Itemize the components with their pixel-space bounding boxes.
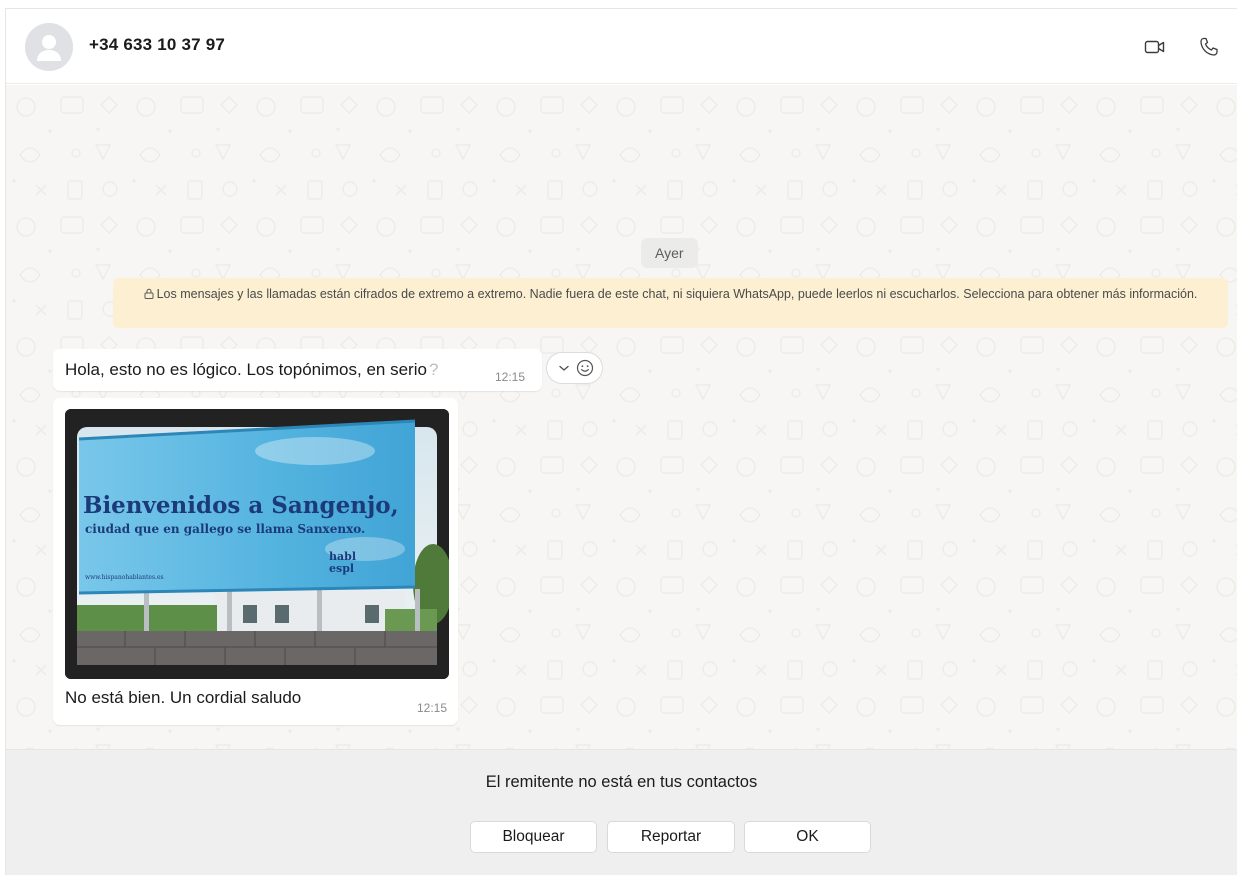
- encryption-notice-text: Los mensajes y las llamadas están cifrad…: [156, 287, 1198, 301]
- whatsapp-chat-window: +34 633 10 37 97 Ayer Los mensajes y las…: [5, 8, 1237, 875]
- incoming-message[interactable]: Hola, esto no es lógico. Los topónimos, …: [53, 349, 542, 391]
- message-menu-button[interactable]: [553, 357, 575, 379]
- default-avatar-icon[interactable]: [25, 23, 73, 71]
- date-separator: Ayer: [641, 238, 698, 268]
- block-button[interactable]: Bloquear: [470, 821, 597, 853]
- voice-call-button[interactable]: [1195, 33, 1223, 61]
- chat-header: +34 633 10 37 97: [6, 9, 1237, 84]
- encryption-notice[interactable]: Los mensajes y las llamadas están cifrad…: [113, 278, 1228, 328]
- message-text: Hola, esto no es lógico. Los topónimos, …: [65, 360, 427, 379]
- smiley-icon: [577, 359, 594, 377]
- message-actions: [546, 352, 603, 384]
- message-time: 12:15: [417, 701, 448, 715]
- message-time: 12:15: [495, 370, 526, 384]
- unknown-sender-bar: El remitente no está en tus contactos Bl…: [6, 749, 1237, 875]
- video-camera-icon: [1144, 40, 1165, 54]
- billboard-photo: Bienvenidos a Sangenjo, ciudad que en ga…: [65, 409, 449, 679]
- chat-area[interactable]: Ayer Los mensajes y las llamadas están c…: [6, 85, 1237, 749]
- react-button[interactable]: [575, 357, 597, 379]
- message-text-wrap: Hola, esto no es lógico. Los topónimos, …: [65, 360, 438, 380]
- incoming-image-message[interactable]: Bienvenidos a Sangenjo, ciudad que en ga…: [53, 398, 458, 725]
- message-text: No está bien. Un cordial saludo: [65, 688, 302, 707]
- message-photo[interactable]: Bienvenidos a Sangenjo, ciudad que en ga…: [65, 409, 449, 679]
- contact-name[interactable]: +34 633 10 37 97: [89, 35, 225, 55]
- unsupported-emoji-glyph: ?: [428, 360, 439, 379]
- video-call-button[interactable]: [1141, 33, 1169, 61]
- unknown-sender-title: El remitente no está en tus contactos: [485, 773, 758, 791]
- phone-icon: [1200, 37, 1218, 56]
- billboard-subline: ciudad que en gallego se llama Sanxenxo.: [85, 522, 365, 536]
- ok-button[interactable]: OK: [744, 821, 871, 853]
- billboard-logo-line2: espl: [329, 562, 354, 575]
- billboard-headline: Bienvenidos a Sangenjo,: [83, 492, 399, 519]
- billboard-url: www.hispanohablantes.es: [85, 574, 164, 581]
- chevron-down-icon: [559, 365, 569, 371]
- report-button[interactable]: Reportar: [607, 821, 735, 853]
- lock-icon: [144, 288, 154, 299]
